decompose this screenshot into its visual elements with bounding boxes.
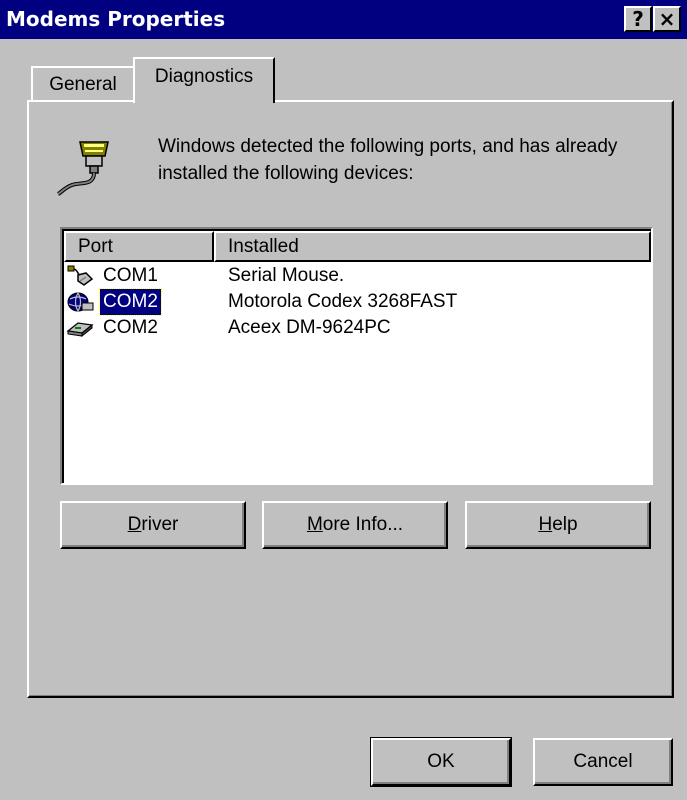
column-header-installed[interactable]: Installed xyxy=(214,231,651,262)
cancel-button[interactable]: Cancel xyxy=(533,738,673,786)
port-name-selected: COM2 xyxy=(99,288,162,316)
help-title-button[interactable]: ? xyxy=(624,6,652,32)
ok-label: OK xyxy=(427,751,455,772)
diagnostics-message: Windows detected the following ports, an… xyxy=(158,136,618,184)
tab-diagnostics-label: Diagnostics xyxy=(154,66,254,87)
column-header-port[interactable]: Port xyxy=(64,231,214,262)
list-item[interactable]: COM1 Serial Mouse. xyxy=(64,263,649,289)
title-bar[interactable]: Modems Properties ? × xyxy=(0,0,687,39)
tab-general-label: General xyxy=(49,74,117,95)
column-header-installed-label: Installed xyxy=(228,236,299,257)
list-item[interactable]: COM2 Aceex DM-9624PC xyxy=(64,315,649,341)
tab-join xyxy=(135,99,271,104)
help-button[interactable]: Help xyxy=(465,501,651,549)
tab-diagnostics[interactable]: Diagnostics xyxy=(133,57,275,103)
installed-device: Motorola Codex 3268FAST xyxy=(228,291,458,312)
more-info-accel: M xyxy=(306,514,323,535)
driver-label: river xyxy=(141,514,179,535)
more-info-label: ore Info... xyxy=(322,514,404,535)
close-title-button[interactable]: × xyxy=(653,6,681,32)
installed-device: Aceex DM-9624PC xyxy=(228,317,391,338)
port-name: COM1 xyxy=(103,265,158,286)
ok-button[interactable]: OK xyxy=(370,737,512,787)
cancel-label: Cancel xyxy=(573,751,633,772)
help-accel: H xyxy=(538,514,553,535)
serial-mouse-icon xyxy=(67,265,94,286)
modem-globe-icon xyxy=(67,292,94,312)
ports-list[interactable]: Port Installed COM1 Serial Mouse. COM2 M… xyxy=(60,227,653,485)
column-header-port-label: Port xyxy=(78,236,113,257)
driver-accel: D xyxy=(127,514,142,535)
modems-properties-dialog: Modems Properties ? × General Diagnostic… xyxy=(0,0,687,800)
more-info-button[interactable]: More Info... xyxy=(262,501,448,549)
window-title: Modems Properties xyxy=(6,7,226,31)
help-label: elp xyxy=(552,514,578,535)
port-name: COM2 xyxy=(103,317,158,338)
serial-port-icon xyxy=(56,141,109,196)
list-item[interactable]: COM2 Motorola Codex 3268FAST xyxy=(64,288,649,316)
installed-device: Serial Mouse. xyxy=(228,265,345,286)
modem-device-icon xyxy=(66,322,94,338)
driver-button[interactable]: Driver xyxy=(60,501,246,549)
tab-general[interactable]: General xyxy=(31,66,135,102)
